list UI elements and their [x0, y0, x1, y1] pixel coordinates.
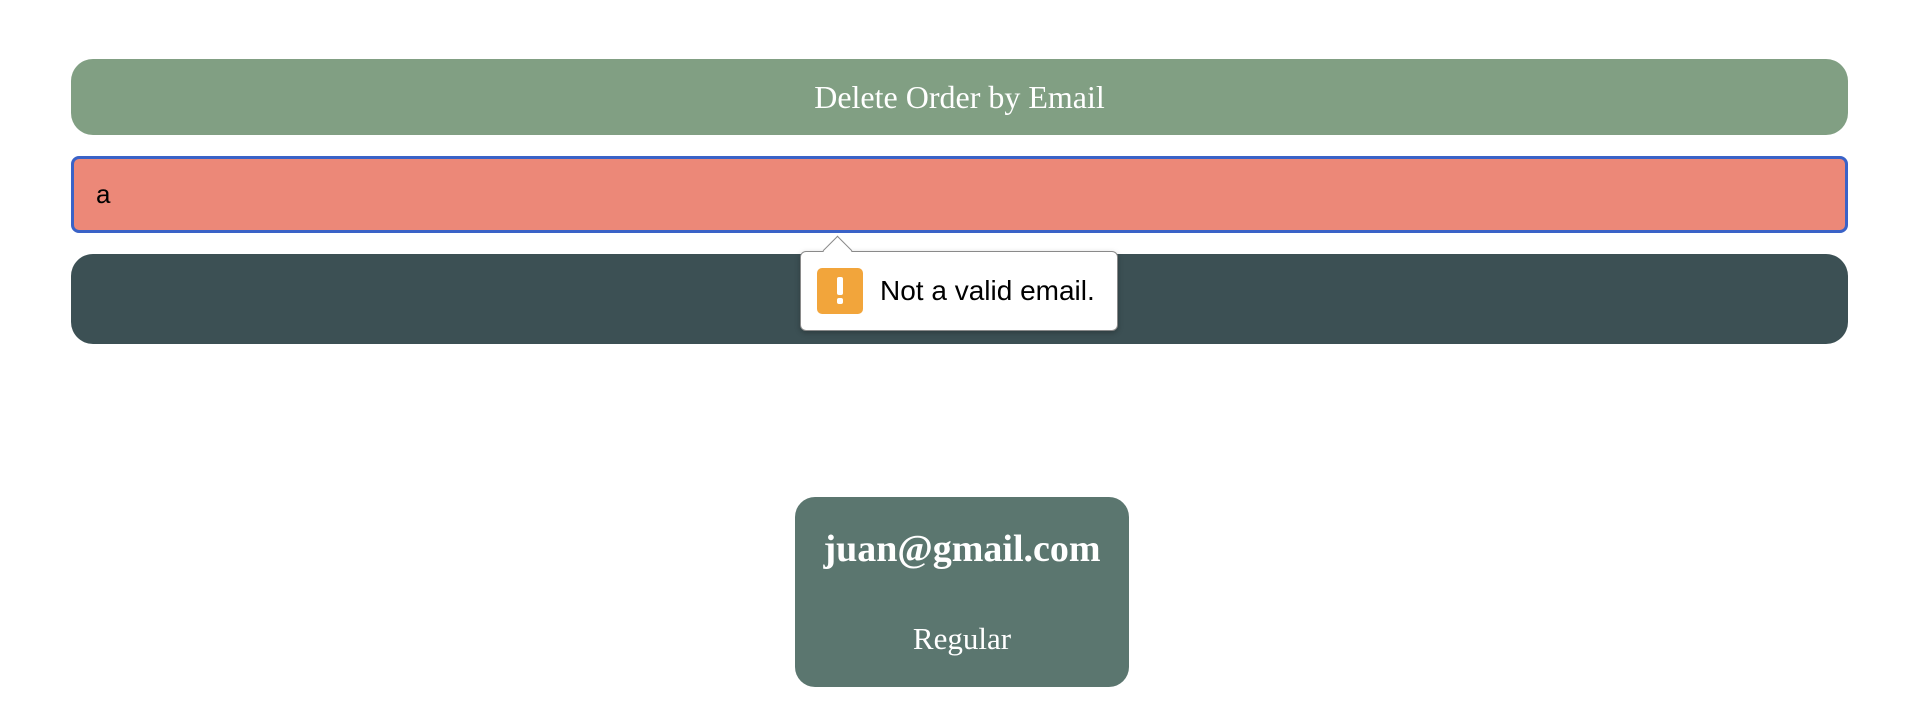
order-card[interactable]: juan@gmail.com Regular — [795, 497, 1129, 687]
validation-message: Not a valid email. — [880, 275, 1095, 306]
warning-icon — [817, 268, 863, 314]
page-title: Delete Order by Email — [71, 59, 1848, 135]
page-title-text: Delete Order by Email — [814, 78, 1105, 115]
order-type: Regular — [912, 621, 1012, 656]
email-input[interactable] — [71, 156, 1848, 233]
order-email: juan@gmail.com — [823, 528, 1101, 570]
validation-tooltip: Not a valid email. — [800, 235, 1118, 331]
tooltip-arrow — [822, 235, 853, 266]
